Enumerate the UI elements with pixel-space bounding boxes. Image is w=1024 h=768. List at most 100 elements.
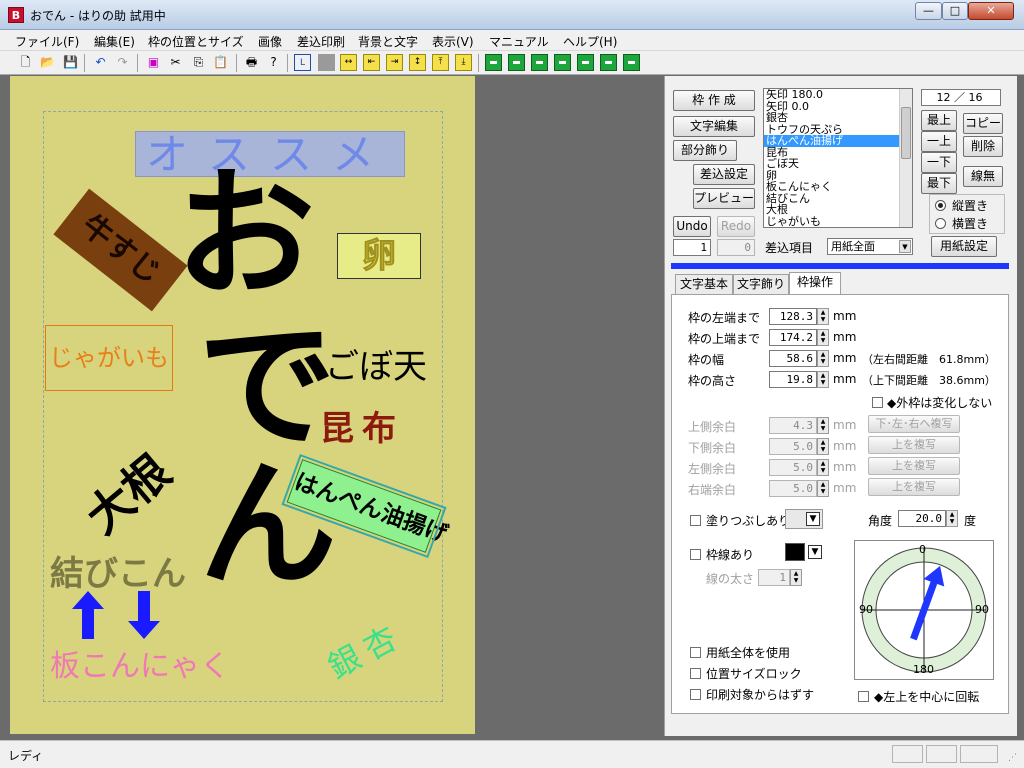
text-oden-den[interactable]: でん (174, 311, 337, 591)
shrink-width-icon[interactable]: ⇤ (363, 54, 380, 71)
minimize-button[interactable]: — (915, 2, 942, 20)
new-file-icon[interactable]: 🗋 (17, 54, 34, 71)
preview-button[interactable]: プレビュー (693, 188, 755, 209)
menu-image[interactable]: 画像 (258, 33, 282, 50)
edit-text-button[interactable]: 文字編集 (673, 116, 755, 137)
left-margin-spinner[interactable]: ▲ ▼ (817, 459, 829, 476)
redo-button[interactable]: Redo (717, 216, 755, 237)
send-to-back-button[interactable]: 最下 (921, 173, 957, 194)
outer-fixed-checkbox[interactable] (872, 397, 883, 408)
chevron-down-icon[interactable]: ▼ (899, 240, 911, 253)
use-whole-paper-checkbox[interactable] (690, 647, 701, 658)
save-icon[interactable]: 💾 (62, 54, 79, 71)
expand-height-icon[interactable]: ⤓ (455, 54, 472, 71)
frame-icon[interactable]: ▣ (145, 54, 162, 71)
menu-edit[interactable]: 編集(E) (94, 33, 135, 50)
border-color-swatch[interactable] (785, 543, 805, 561)
align-left-icon[interactable] (508, 54, 525, 71)
paper-settings-button[interactable]: 用紙設定 (931, 236, 997, 257)
copy-above-button[interactable]: 上を複写 (868, 478, 960, 496)
list-item[interactable]: ごぼ天 (764, 158, 912, 170)
exclude-print-checkbox[interactable] (690, 689, 701, 700)
left-margin-input[interactable]: 5.0 (769, 459, 817, 476)
frame-top-spinner[interactable]: ▲ ▼ (817, 329, 829, 346)
align-top-icon[interactable] (577, 54, 594, 71)
text-musubikon[interactable]: 結びこん (50, 546, 186, 595)
tab-text-decoration[interactable]: 文字飾り (733, 274, 789, 294)
text-jagaimo[interactable]: じゃがいも (45, 325, 173, 391)
horizontal-radio[interactable] (935, 218, 946, 229)
angle-dial[interactable]: 0 90 180 90 (854, 540, 994, 680)
bottom-margin-input[interactable]: 5.0 (769, 438, 817, 455)
menu-view[interactable]: 表示(V) (432, 33, 474, 50)
fill-color-picker[interactable]: ▼ (785, 509, 823, 529)
align-bottom-icon[interactable] (623, 54, 640, 71)
align-center-icon[interactable] (485, 54, 502, 71)
lock-position-checkbox[interactable] (690, 668, 701, 679)
menu-background-text[interactable]: 背景と文字 (358, 33, 418, 50)
arrow-down-icon[interactable] (128, 591, 160, 639)
list-item[interactable]: じゃがいも (764, 216, 912, 228)
list-item[interactable]: 大根 (764, 204, 912, 216)
move-up-button[interactable]: 一上 (921, 131, 957, 152)
list-item[interactable]: 板こんにゃく (764, 181, 912, 193)
text-gobouten[interactable]: ごぼ天 (325, 339, 427, 388)
frame-left-spinner[interactable]: ▲ ▼ (817, 308, 829, 325)
chevron-down-icon[interactable]: ▼ (806, 512, 820, 526)
frame-width-input[interactable]: 58.6 (769, 350, 817, 367)
help-icon[interactable]: ? (265, 54, 282, 71)
expand-width-icon[interactable]: ⇥ (386, 54, 403, 71)
menu-help[interactable]: ヘルプ(H) (563, 33, 617, 50)
menu-frame-position[interactable]: 枠の位置とサイズ (148, 33, 244, 50)
undo-button[interactable]: Undo (673, 216, 711, 237)
text-konbu[interactable]: 昆布 (320, 401, 404, 450)
create-frame-button[interactable]: 枠 作 成 (673, 90, 755, 111)
right-margin-input[interactable]: 5.0 (769, 480, 817, 497)
arrow-up-icon[interactable] (72, 591, 104, 639)
angle-spinner[interactable]: ▲ ▼ (946, 510, 958, 527)
undo-icon[interactable]: ↶ (92, 54, 109, 71)
top-margin-input[interactable]: 4.3 (769, 417, 817, 434)
no-line-button[interactable]: 線無 (963, 166, 1003, 187)
paste-icon[interactable]: 📋 (212, 54, 229, 71)
bring-to-front-button[interactable]: 最上 (921, 110, 957, 131)
list-item[interactable]: 矢印 180.0 (764, 89, 912, 101)
partial-decoration-button[interactable]: 部分飾り (673, 140, 737, 161)
merge-settings-button[interactable]: 差込設定 (693, 164, 755, 185)
fit-height-icon[interactable]: ↕ (409, 54, 426, 71)
menu-merge-print[interactable]: 差込印刷 (297, 33, 345, 50)
gray-box-icon[interactable] (318, 54, 335, 71)
chevron-down-icon[interactable]: ▼ (808, 545, 822, 559)
menu-file[interactable]: ファイル(F) (15, 33, 79, 50)
line-width-spinner[interactable]: ▲ ▼ (790, 569, 802, 586)
angle-input[interactable]: 20.0 (898, 510, 946, 527)
delete-frame-button[interactable]: 削除 (963, 136, 1003, 157)
list-scrollbar[interactable] (899, 89, 912, 227)
redo-icon[interactable]: ↷ (114, 54, 131, 71)
align-vcenter-icon[interactable] (600, 54, 617, 71)
copy-frame-button[interactable]: コピー (963, 113, 1003, 134)
top-margin-spinner[interactable]: ▲ ▼ (817, 417, 829, 434)
border-checkbox[interactable] (690, 549, 701, 560)
copy-above-button[interactable]: 上を複写 (868, 436, 960, 454)
resize-grip-icon[interactable]: ⋰ (1008, 753, 1017, 763)
align-middle-icon[interactable] (531, 54, 548, 71)
frame-list[interactable]: 矢印 180.0 矢印 0.0 銀杏 トウフの天ぷら はんぺん油揚げ 昆布 ごぼ… (763, 88, 913, 228)
text-oden-o[interactable]: お (175, 161, 315, 311)
vertical-radio[interactable] (935, 200, 946, 211)
right-margin-spinner[interactable]: ▲ ▼ (817, 480, 829, 497)
frame-width-spinner[interactable]: ▲ ▼ (817, 350, 829, 367)
copy-to-others-button[interactable]: 下･左･右へ複写 (868, 415, 960, 433)
list-item[interactable]: 銀杏 (764, 112, 912, 124)
cut-icon[interactable]: ✂ (167, 54, 184, 71)
paper-select[interactable]: 用紙全面 ▼ (827, 238, 913, 255)
list-item-selected[interactable]: はんぺん油揚げ (764, 135, 912, 147)
text-itakon[interactable]: 板こんにゃく (50, 641, 230, 685)
rotate-center-checkbox[interactable] (858, 691, 869, 702)
menu-manual[interactable]: マニュアル (489, 33, 549, 50)
align-icon[interactable]: L (294, 54, 311, 71)
open-folder-icon[interactable]: 📂 (39, 54, 56, 71)
close-button[interactable]: ✕ (968, 2, 1014, 20)
frame-top-input[interactable]: 174.2 (769, 329, 817, 346)
tab-frame-operation[interactable]: 枠操作 (789, 272, 841, 294)
